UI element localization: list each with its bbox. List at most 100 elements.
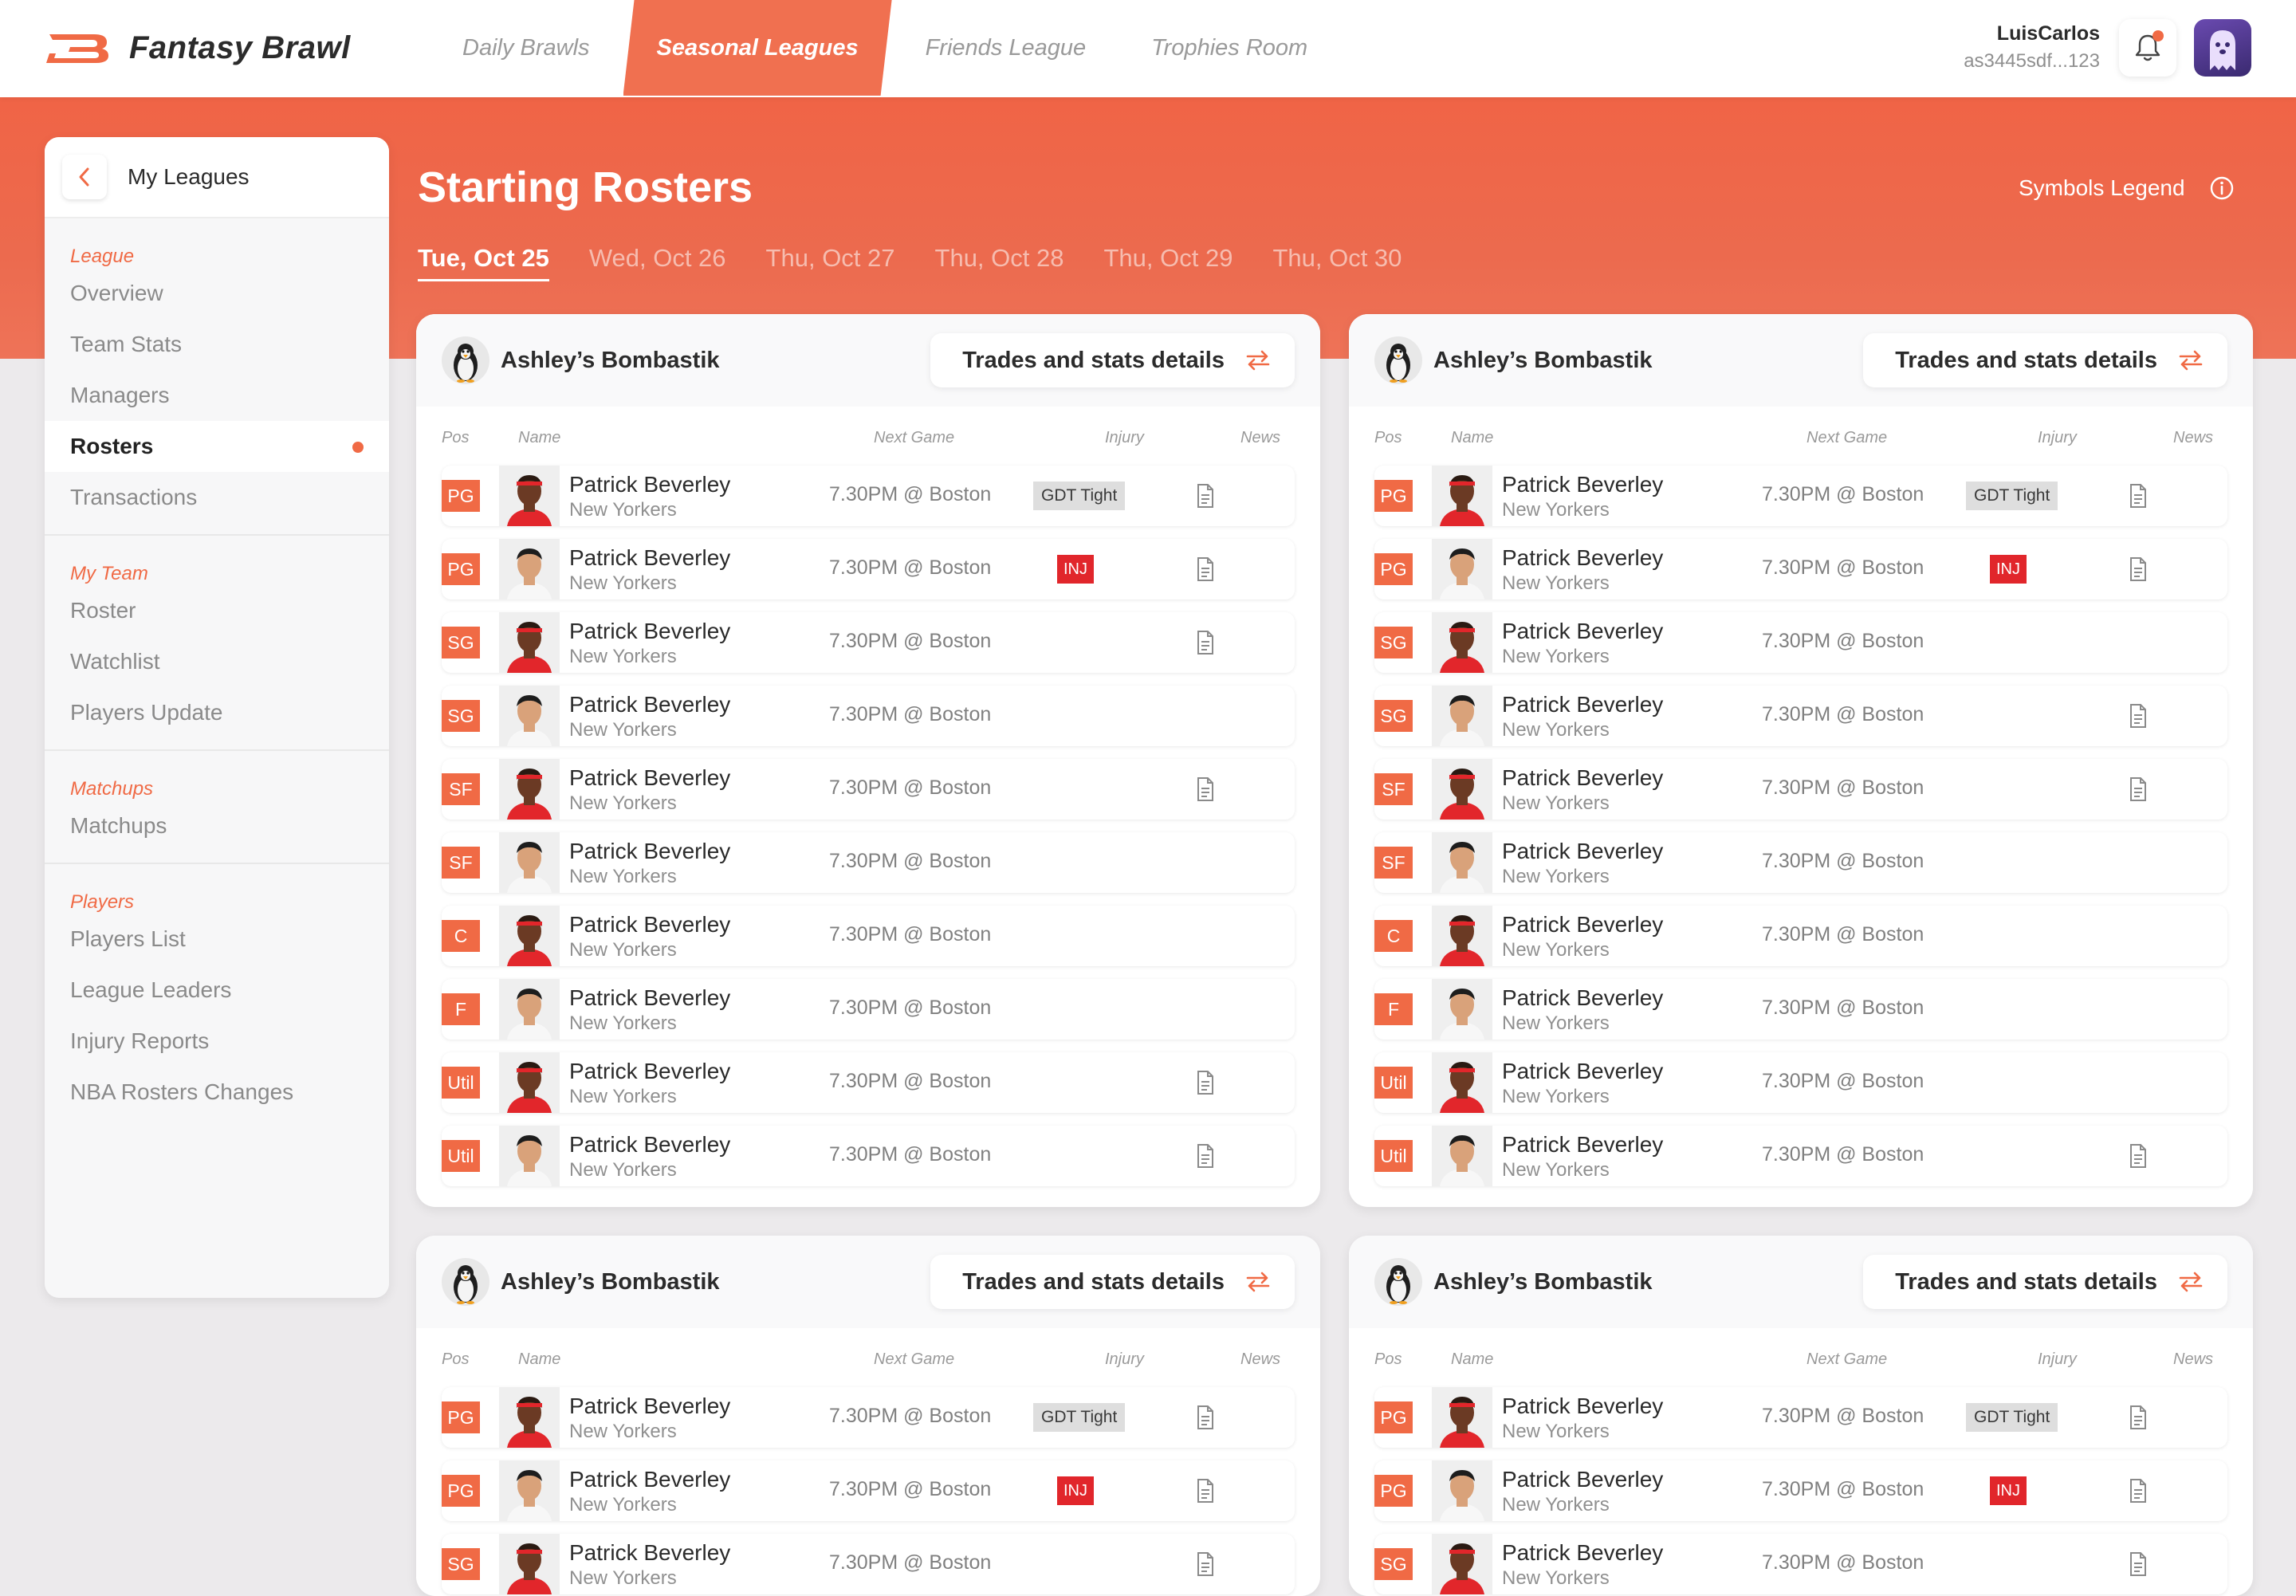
player-name[interactable]: Patrick Beverley — [569, 1059, 730, 1084]
player-row[interactable]: C Patrick Beverley New Yorkers 7.30PM @ Bos… — [1374, 906, 2227, 966]
brand-logo[interactable]: Fantasy Brawl — [45, 30, 351, 66]
player-name[interactable]: Patrick Beverley — [569, 1132, 730, 1158]
player-name[interactable]: Patrick Beverley — [569, 545, 730, 571]
player-row[interactable]: PG Patrick Beverley New Yorkers 7.30PM @ Bo… — [442, 539, 1295, 599]
player-row[interactable]: SF Patrick Beverley New Yorkers 7.30PM @ Bo… — [442, 832, 1295, 893]
trades-stats-button[interactable]: Trades and stats details — [930, 333, 1295, 387]
user-avatar[interactable] — [2194, 19, 2251, 77]
player-row[interactable]: SF Patrick Beverley New Yorkers 7.30PM @ Bo… — [1374, 759, 2227, 820]
date-tab-oct-27[interactable]: Thu, Oct 27 — [766, 244, 895, 281]
player-row[interactable]: Util Patrick Beverley New Yorkers 7.30PM @ … — [442, 1126, 1295, 1186]
user-info[interactable]: LuisCarlos as3445sdf...123 — [1964, 22, 2100, 73]
player-name[interactable]: Patrick Beverley — [1502, 1132, 1663, 1158]
sidebar-item-rosters[interactable]: Rosters — [45, 421, 389, 472]
sidebar-item-overview[interactable]: Overview — [45, 268, 389, 319]
date-tab-oct-29[interactable]: Thu, Oct 29 — [1103, 244, 1233, 281]
team-avatar[interactable] — [1374, 336, 1422, 384]
player-name[interactable]: Patrick Beverley — [569, 765, 730, 791]
sidebar-item-matchups[interactable]: Matchups — [45, 800, 389, 851]
player-row[interactable]: Util Patrick Beverley New Yorkers 7.30PM @ … — [1374, 1126, 2227, 1186]
player-name[interactable]: Patrick Beverley — [1502, 692, 1663, 717]
news-button[interactable] — [2129, 1143, 2148, 1169]
sidebar-item-injury-reports[interactable]: Injury Reports — [45, 1016, 389, 1067]
player-name[interactable]: Patrick Beverley — [569, 1394, 730, 1419]
sidebar-item-players-list[interactable]: Players List — [45, 914, 389, 965]
nav-daily-brawls[interactable]: Daily Brawls — [431, 0, 622, 96]
player-row[interactable]: PG Patrick Beverley New Yorkers 7.30PM @ Bo… — [1374, 1387, 2227, 1448]
sidebar-item-nba-rosters-changes[interactable]: NBA Rosters Changes — [45, 1067, 389, 1118]
player-row[interactable]: SF Patrick Beverley New Yorkers 7.30PM @ Bo… — [442, 759, 1295, 820]
player-row[interactable]: C Patrick Beverley New Yorkers 7.30PM @ Bos… — [442, 906, 1295, 966]
sidebar-item-watchlist[interactable]: Watchlist — [45, 636, 389, 687]
nav-trophies-room[interactable]: Trophies Room — [1119, 0, 1339, 96]
date-tab-oct-30[interactable]: Thu, Oct 30 — [1272, 244, 1402, 281]
player-name[interactable]: Patrick Beverley — [569, 1467, 730, 1492]
player-name[interactable]: Patrick Beverley — [1502, 765, 1663, 791]
news-button[interactable] — [2129, 1551, 2148, 1577]
nav-seasonal-leagues[interactable]: Seasonal Leagues — [623, 0, 892, 96]
news-button[interactable] — [1196, 1478, 1215, 1504]
player-row[interactable]: Util Patrick Beverley New Yorkers 7.30PM @ … — [442, 1052, 1295, 1113]
player-row[interactable]: SG Patrick Beverley New Yorkers 7.30PM @ Bo… — [442, 686, 1295, 746]
player-row[interactable]: F Patrick Beverley New Yorkers 7.30PM @ Bos… — [442, 979, 1295, 1040]
date-tab-oct-28[interactable]: Thu, Oct 28 — [935, 244, 1064, 281]
news-button[interactable] — [1196, 1070, 1215, 1095]
news-button[interactable] — [1196, 776, 1215, 802]
player-name[interactable]: Patrick Beverley — [569, 839, 730, 864]
player-row[interactable]: SG Patrick Beverley New Yorkers 7.30PM @ Bo… — [442, 1534, 1295, 1594]
player-name[interactable]: Patrick Beverley — [1502, 912, 1663, 938]
player-row[interactable]: F Patrick Beverley New Yorkers 7.30PM @ Bos… — [1374, 979, 2227, 1040]
news-button[interactable] — [1196, 1405, 1215, 1430]
news-button[interactable] — [1196, 630, 1215, 655]
player-name[interactable]: Patrick Beverley — [569, 912, 730, 938]
player-name[interactable]: Patrick Beverley — [569, 692, 730, 717]
player-name[interactable]: Patrick Beverley — [1502, 1059, 1663, 1084]
trades-stats-button[interactable]: Trades and stats details — [930, 1255, 1295, 1309]
news-button[interactable] — [2129, 1405, 2148, 1430]
player-row[interactable]: PG Patrick Beverley New Yorkers 7.30PM @ Bo… — [442, 1387, 1295, 1448]
news-button[interactable] — [2129, 1478, 2148, 1504]
news-button[interactable] — [1196, 1551, 1215, 1577]
player-name[interactable]: Patrick Beverley — [569, 1540, 730, 1566]
player-name[interactable]: Patrick Beverley — [569, 619, 730, 644]
sidebar-item-transactions[interactable]: Transactions — [45, 472, 389, 523]
news-button[interactable] — [2129, 776, 2148, 802]
player-row[interactable]: SF Patrick Beverley New Yorkers 7.30PM @ Bo… — [1374, 832, 2227, 893]
player-name[interactable]: Patrick Beverley — [1502, 472, 1663, 497]
news-button[interactable] — [2129, 483, 2148, 509]
player-row[interactable]: SG Patrick Beverley New Yorkers 7.30PM @ Bo… — [1374, 612, 2227, 673]
news-button[interactable] — [1196, 556, 1215, 582]
player-row[interactable]: SG Patrick Beverley New Yorkers 7.30PM @ Bo… — [1374, 686, 2227, 746]
player-row[interactable]: PG Patrick Beverley New Yorkers 7.30PM @ Bo… — [1374, 1460, 2227, 1521]
player-row[interactable]: PG Patrick Beverley New Yorkers 7.30PM @ Bo… — [442, 1460, 1295, 1521]
team-avatar[interactable] — [1374, 1258, 1422, 1306]
player-name[interactable]: Patrick Beverley — [1502, 1394, 1663, 1419]
trades-stats-button[interactable]: Trades and stats details — [1863, 1255, 2227, 1309]
back-button[interactable] — [62, 155, 107, 199]
news-button[interactable] — [2129, 703, 2148, 729]
player-row[interactable]: Util Patrick Beverley New Yorkers 7.30PM @ … — [1374, 1052, 2227, 1113]
notifications-button[interactable] — [2119, 19, 2176, 77]
player-name[interactable]: Patrick Beverley — [1502, 619, 1663, 644]
player-row[interactable]: PG Patrick Beverley New Yorkers 7.30PM @ Bo… — [442, 466, 1295, 526]
team-avatar[interactable] — [442, 336, 489, 384]
news-button[interactable] — [2129, 556, 2148, 582]
sidebar-item-managers[interactable]: Managers — [45, 370, 389, 421]
news-button[interactable] — [1196, 483, 1215, 509]
news-button[interactable] — [1196, 1143, 1215, 1169]
player-name[interactable]: Patrick Beverley — [1502, 545, 1663, 571]
player-name[interactable]: Patrick Beverley — [569, 985, 730, 1011]
player-row[interactable]: SG Patrick Beverley New Yorkers 7.30PM @ Bo… — [1374, 1534, 2227, 1594]
player-name[interactable]: Patrick Beverley — [1502, 839, 1663, 864]
player-row[interactable]: PG Patrick Beverley New Yorkers 7.30PM @ Bo… — [1374, 466, 2227, 526]
player-name[interactable]: Patrick Beverley — [1502, 1540, 1663, 1566]
date-tab-oct-26[interactable]: Wed, Oct 26 — [589, 244, 726, 281]
sidebar-item-team-stats[interactable]: Team Stats — [45, 319, 389, 370]
team-avatar[interactable] — [442, 1258, 489, 1306]
player-name[interactable]: Patrick Beverley — [1502, 985, 1663, 1011]
nav-friends-league[interactable]: Friends League — [894, 0, 1119, 96]
player-row[interactable]: SG Patrick Beverley New Yorkers 7.30PM @ Bo… — [442, 612, 1295, 673]
sidebar-item-roster[interactable]: Roster — [45, 585, 389, 636]
sidebar-item-players-update[interactable]: Players Update — [45, 687, 389, 738]
trades-stats-button[interactable]: Trades and stats details — [1863, 333, 2227, 387]
